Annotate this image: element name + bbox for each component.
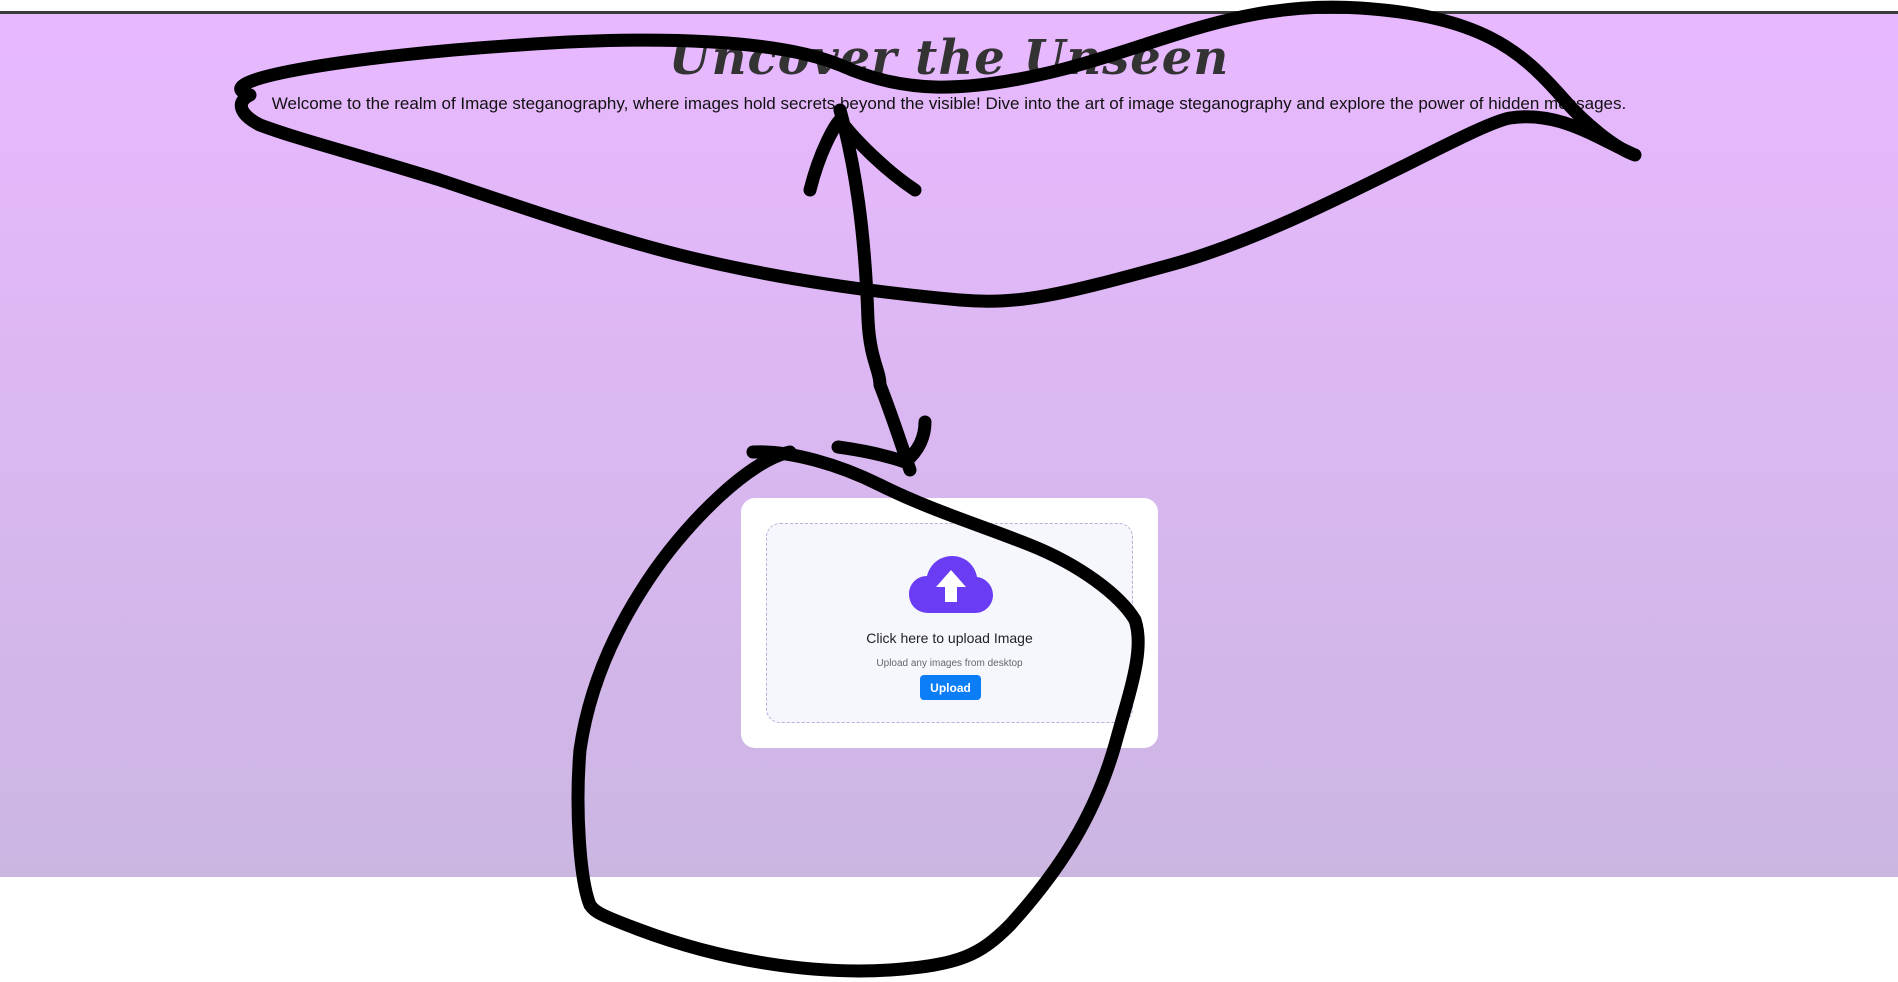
intro-text: Welcome to the realm of Image steganogra…	[271, 94, 1627, 113]
top-border	[0, 0, 1898, 14]
upload-subtitle: Upload any images from desktop	[876, 658, 1023, 669]
page-title: Uncover the Unseen	[668, 30, 1230, 86]
upload-button[interactable]: Upload	[920, 675, 981, 700]
upload-dropzone[interactable]: Click here to upload Image Upload any im…	[766, 523, 1133, 723]
cloud-upload-icon	[909, 556, 993, 613]
upload-card: Click here to upload Image Upload any im…	[741, 498, 1158, 748]
hero-section: Uncover the Unseen Welcome to the realm …	[0, 14, 1898, 877]
upload-title: Click here to upload Image	[866, 630, 1033, 646]
